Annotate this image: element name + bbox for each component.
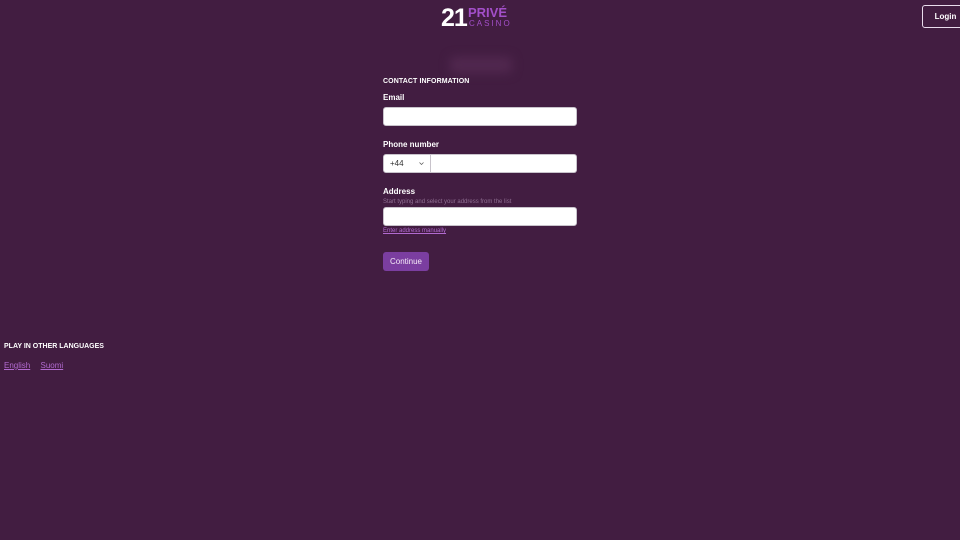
email-field[interactable] (383, 107, 577, 126)
page: 21 PRIVÉ CASINO Login CONTACT INFORMATIO… (0, 0, 960, 540)
country-code-value: +44 (390, 159, 404, 168)
language-link-english[interactable]: English (4, 361, 30, 370)
continue-button[interactable]: Continue (383, 252, 429, 271)
enter-address-manually-link[interactable]: Enter address manually (383, 228, 446, 234)
phone-row: +44 (383, 154, 577, 173)
address-label: Address (383, 187, 416, 196)
login-button[interactable]: Login (922, 5, 960, 28)
country-code-select[interactable]: +44 (383, 154, 431, 173)
brand-logo[interactable]: 21 PRIVÉ CASINO (441, 4, 521, 28)
address-hint: Start typing and select your address fro… (383, 199, 512, 205)
blurred-placeholder (450, 57, 512, 73)
email-label: Email (383, 93, 405, 102)
phone-number-field[interactable] (431, 154, 577, 173)
language-link-suomi[interactable]: Suomi (40, 361, 63, 370)
address-field[interactable] (383, 207, 577, 226)
language-links: English Suomi (4, 361, 71, 370)
chevron-down-icon (419, 162, 424, 165)
section-title: CONTACT INFORMATION (383, 78, 470, 85)
logo-word: PRIVÉ (468, 5, 507, 20)
logo-number: 21 (441, 4, 468, 28)
languages-title: PLAY IN OTHER LANGUAGES (4, 343, 104, 350)
phone-label: Phone number (383, 140, 440, 149)
logo-sub: CASINO (469, 19, 512, 28)
